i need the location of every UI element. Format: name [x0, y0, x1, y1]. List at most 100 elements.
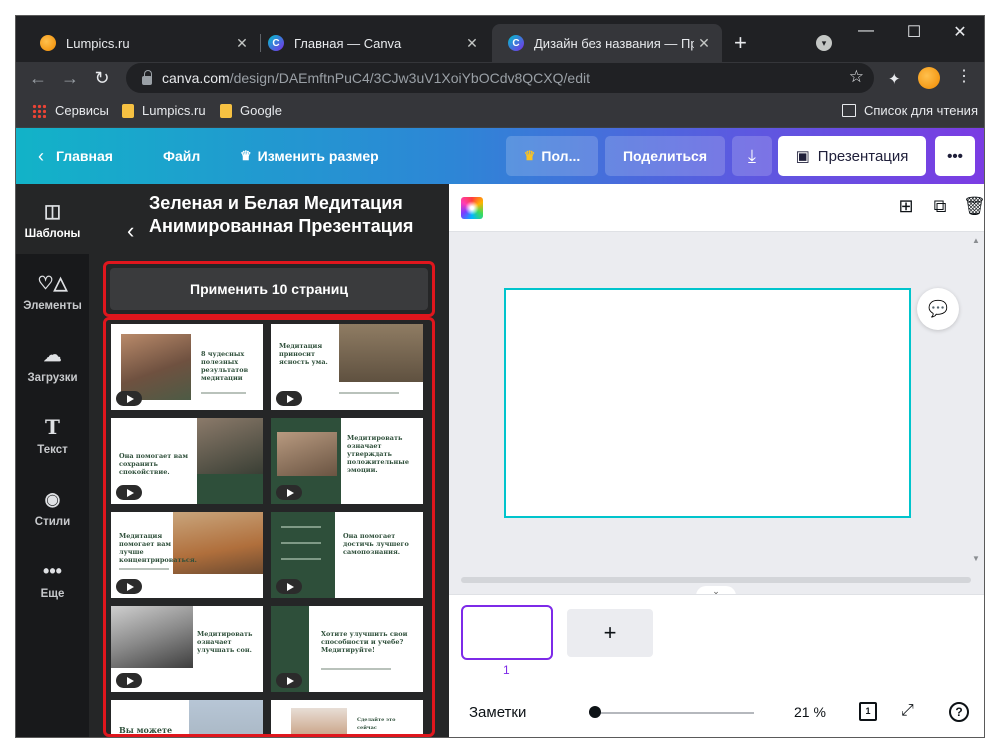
design-canvas[interactable] [504, 288, 911, 518]
tab-canva-home[interactable]: C Главная — Canva ✕ [252, 24, 490, 62]
duplicate-page-icon[interactable]: ⧉ [929, 196, 951, 217]
scroll-thumb[interactable] [461, 577, 971, 583]
zoom-level[interactable]: 21 % [794, 704, 826, 720]
highlight-apply-frame [103, 261, 435, 317]
rail-item-elements[interactable]: ♡△ Элементы [16, 256, 89, 326]
rail-label: Элементы [23, 300, 82, 312]
forward-icon[interactable]: → [58, 66, 82, 90]
tab-search-icon[interactable]: ▾ [816, 35, 832, 51]
palette-icon: ◉ [44, 489, 61, 509]
left-rail: ◫ Шаблоны ♡△ Элементы ☁ Загрузки T Текст… [16, 184, 89, 737]
minimize-icon[interactable]: — [856, 22, 876, 40]
browser-window: Lumpics.ru ✕ C Главная — Canva ✕ C Дизай… [16, 16, 984, 737]
address-bar[interactable]: canva.com/design/DAEmftnPuC4/3CJw3uV1Xoi… [126, 63, 874, 93]
rail-label: Загрузки [27, 372, 78, 384]
download-icon: ⤓ [748, 145, 756, 166]
reading-list[interactable]: Список для чтения [842, 103, 978, 118]
scroll-down-icon[interactable]: ▼ [972, 554, 980, 563]
add-page-icon[interactable]: ⊞ [895, 196, 917, 217]
rail-item-templates[interactable]: ◫ Шаблоны [16, 184, 89, 254]
tab-canva-design[interactable]: C Дизайн без названия — Презе ✕ [492, 24, 722, 62]
url-host: canva.com [162, 70, 230, 86]
folder-icon [220, 103, 232, 118]
notes-button[interactable]: Заметки [469, 704, 526, 721]
page-strip: 1 + [449, 594, 984, 688]
crown-icon: ♛ [523, 148, 536, 163]
rail-item-uploads[interactable]: ☁ Загрузки [16, 328, 89, 398]
close-window-icon[interactable]: ✕ [950, 22, 970, 42]
bookmark-label: Google [240, 103, 282, 118]
share-button[interactable]: Поделиться [605, 136, 725, 176]
tab-title: Lumpics.ru [66, 35, 130, 51]
bookmarks-bar: Сервисы Lumpics.ru Google Список для чте… [16, 96, 984, 128]
editor-toolbar: ⊞ ⧉ 🗑 [449, 184, 984, 232]
canva-favicon: C [508, 35, 524, 51]
more-options-button[interactable]: ••• [935, 136, 975, 176]
bookmark-label: Сервисы [55, 103, 109, 118]
help-icon[interactable]: ? [949, 702, 969, 722]
close-tab-icon[interactable]: ✕ [462, 35, 482, 52]
bookmark-services[interactable]: Сервисы [32, 103, 109, 118]
rail-label: Шаблоны [24, 228, 81, 240]
horizontal-scrollbar[interactable] [449, 570, 984, 586]
more-icon: ••• [43, 561, 62, 581]
present-label: Презентация [817, 147, 909, 165]
template-title: Зеленая и Белая Медитация Анимированная … [149, 193, 414, 236]
extensions-icon[interactable]: ✦ [888, 70, 901, 88]
lumpics-favicon [40, 35, 56, 51]
pro-button[interactable]: ♛ Пол... [506, 136, 598, 176]
zoom-slider-knob[interactable] [589, 706, 601, 718]
page-thumbnail[interactable] [461, 605, 553, 660]
rail-item-styles[interactable]: ◉ Стили [16, 472, 89, 542]
color-picker-icon[interactable] [461, 197, 483, 219]
crown-icon: ♛ [240, 148, 252, 163]
browser-menu-icon[interactable]: ⋮ [956, 68, 972, 86]
bookmark-lumpics[interactable]: Lumpics.ru [122, 103, 206, 118]
bookmark-label: Lumpics.ru [142, 103, 206, 118]
reload-icon[interactable]: ↻ [90, 66, 114, 90]
url-path: /design/DAEmftnPuC4/3CJw3uV1XoiYbOCdv8QC… [229, 70, 590, 86]
home-button[interactable]: ‹ Главная [38, 128, 113, 184]
share-label: Поделиться [622, 148, 708, 164]
upload-icon: ☁ [43, 345, 62, 365]
tab-title: Дизайн без названия — Презе [534, 35, 694, 51]
back-icon[interactable]: ← [26, 66, 50, 90]
resize-button[interactable]: ♛ Изменить размер [240, 128, 379, 184]
maximize-icon[interactable]: ☐ [904, 22, 924, 42]
add-comment-icon[interactable]: 💬 [917, 288, 959, 330]
more-dots-icon: ••• [947, 147, 963, 165]
elements-icon: ♡△ [37, 273, 68, 293]
profile-avatar[interactable] [918, 67, 940, 89]
file-menu[interactable]: Файл [163, 128, 200, 184]
close-tab-icon[interactable]: ✕ [232, 35, 252, 52]
vertical-scrollbar[interactable]: ▲ ▼ [972, 236, 980, 566]
zoom-slider[interactable] [589, 706, 754, 718]
scroll-up-icon[interactable]: ▲ [972, 236, 980, 245]
rail-label: Еще [40, 588, 65, 600]
reading-list-label: Список для чтения [864, 103, 978, 118]
bookmark-star-icon[interactable]: ☆ [849, 67, 864, 87]
bookmark-google[interactable]: Google [220, 103, 282, 118]
rail-item-text[interactable]: T Текст [16, 400, 89, 470]
trash-icon[interactable]: 🗑 [963, 196, 984, 217]
canva-header: ‹ Главная Файл ♛ Изменить размер ♛ Пол..… [16, 128, 984, 184]
tab-lumpics[interactable]: Lumpics.ru ✕ [24, 24, 260, 62]
back-chevron-icon[interactable]: ‹ [127, 218, 134, 244]
fullscreen-icon[interactable]: ⤢ [901, 702, 914, 720]
tab-strip: Lumpics.ru ✕ C Главная — Canva ✕ C Дизай… [16, 16, 984, 62]
file-label: Файл [163, 148, 201, 164]
home-label: Главная [56, 148, 113, 164]
page-number: 1 [503, 663, 510, 677]
pro-label: Пол... [541, 148, 581, 164]
add-page-button[interactable]: + [567, 609, 653, 657]
download-button[interactable]: ⤓ [732, 136, 772, 176]
rail-label: Стили [34, 516, 71, 528]
lock-icon [142, 69, 152, 85]
new-tab-icon[interactable]: + [734, 32, 747, 54]
close-tab-icon[interactable]: ✕ [694, 35, 714, 52]
pages-count-icon[interactable]: 1 [859, 702, 877, 721]
editor-workspace: ⊞ ⧉ 🗑 ▲ ▼ 💬 ⌄ 1 + Заметки 21 % 1 ⤢ ? [449, 184, 984, 737]
present-button[interactable]: ▣ Презентация [778, 136, 926, 176]
rail-item-more[interactable]: ••• Еще [16, 544, 89, 614]
highlight-grid-frame [103, 317, 435, 737]
